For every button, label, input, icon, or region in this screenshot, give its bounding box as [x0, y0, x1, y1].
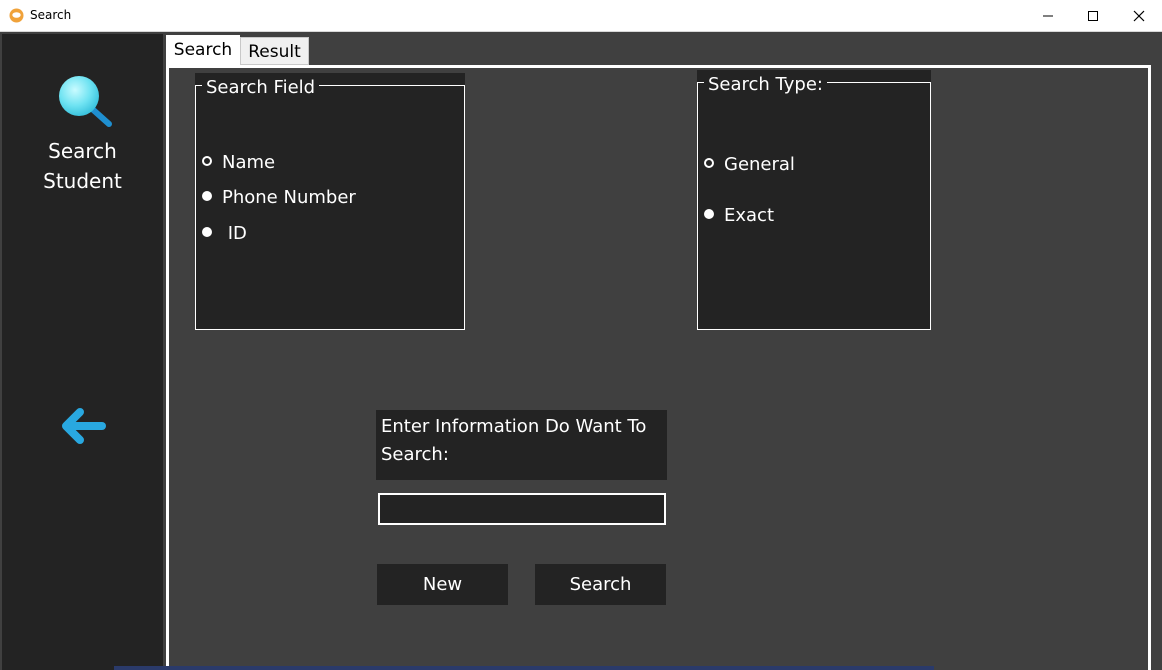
window-client: Search Student Search Result Search Fiel… — [0, 32, 1162, 670]
radio-phone-number-label[interactable]: Phone Number — [222, 187, 356, 209]
radio-name-label[interactable]: Name — [222, 152, 275, 174]
search-field-group: Search Field Name Phone Number ID — [195, 73, 465, 330]
minimize-button[interactable] — [1025, 0, 1071, 31]
window-title: Search — [30, 8, 72, 22]
search-prompt-line2: Search: — [381, 444, 449, 465]
sidebar: Search Student — [2, 34, 163, 670]
radio-id-indicator[interactable] — [202, 227, 212, 237]
search-type-legend: Search Type: — [704, 74, 827, 96]
search-button[interactable]: Search — [535, 564, 666, 605]
search-input[interactable] — [378, 493, 666, 525]
search-prompt-line1: Enter Information Do Want To — [381, 416, 647, 437]
taskbar-edge — [114, 666, 934, 670]
maximize-button[interactable] — [1070, 0, 1116, 31]
close-icon — [1133, 10, 1145, 22]
nav-label-line2: Student — [43, 169, 122, 193]
radio-id-label[interactable]: ID — [222, 223, 247, 245]
radio-phone-number-indicator[interactable] — [202, 191, 212, 201]
magnifier-icon[interactable] — [57, 74, 115, 132]
maximize-icon — [1088, 11, 1098, 21]
radio-name-indicator[interactable] — [202, 156, 212, 166]
title-bar: Search — [0, 0, 1162, 32]
close-button[interactable] — [1116, 0, 1162, 31]
minimize-icon — [1043, 15, 1053, 17]
radio-exact-label[interactable]: Exact — [724, 205, 774, 227]
app-icon — [9, 8, 24, 23]
radio-general-indicator[interactable] — [704, 158, 714, 168]
search-prompt-label: Enter Information Do Want To Search: — [376, 410, 667, 480]
radio-exact-indicator[interactable] — [704, 209, 714, 219]
radio-general-label[interactable]: General — [724, 154, 795, 176]
nav-label[interactable]: Search Student — [2, 136, 163, 196]
search-type-group: Search Type: General Exact — [697, 70, 931, 330]
tab-result[interactable]: Result — [240, 37, 309, 65]
search-field-legend: Search Field — [202, 77, 320, 99]
arrow-left-icon[interactable] — [58, 406, 108, 446]
nav-label-line1: Search — [48, 139, 117, 163]
tab-search[interactable]: Search — [166, 35, 240, 67]
new-button[interactable]: New — [377, 564, 508, 605]
